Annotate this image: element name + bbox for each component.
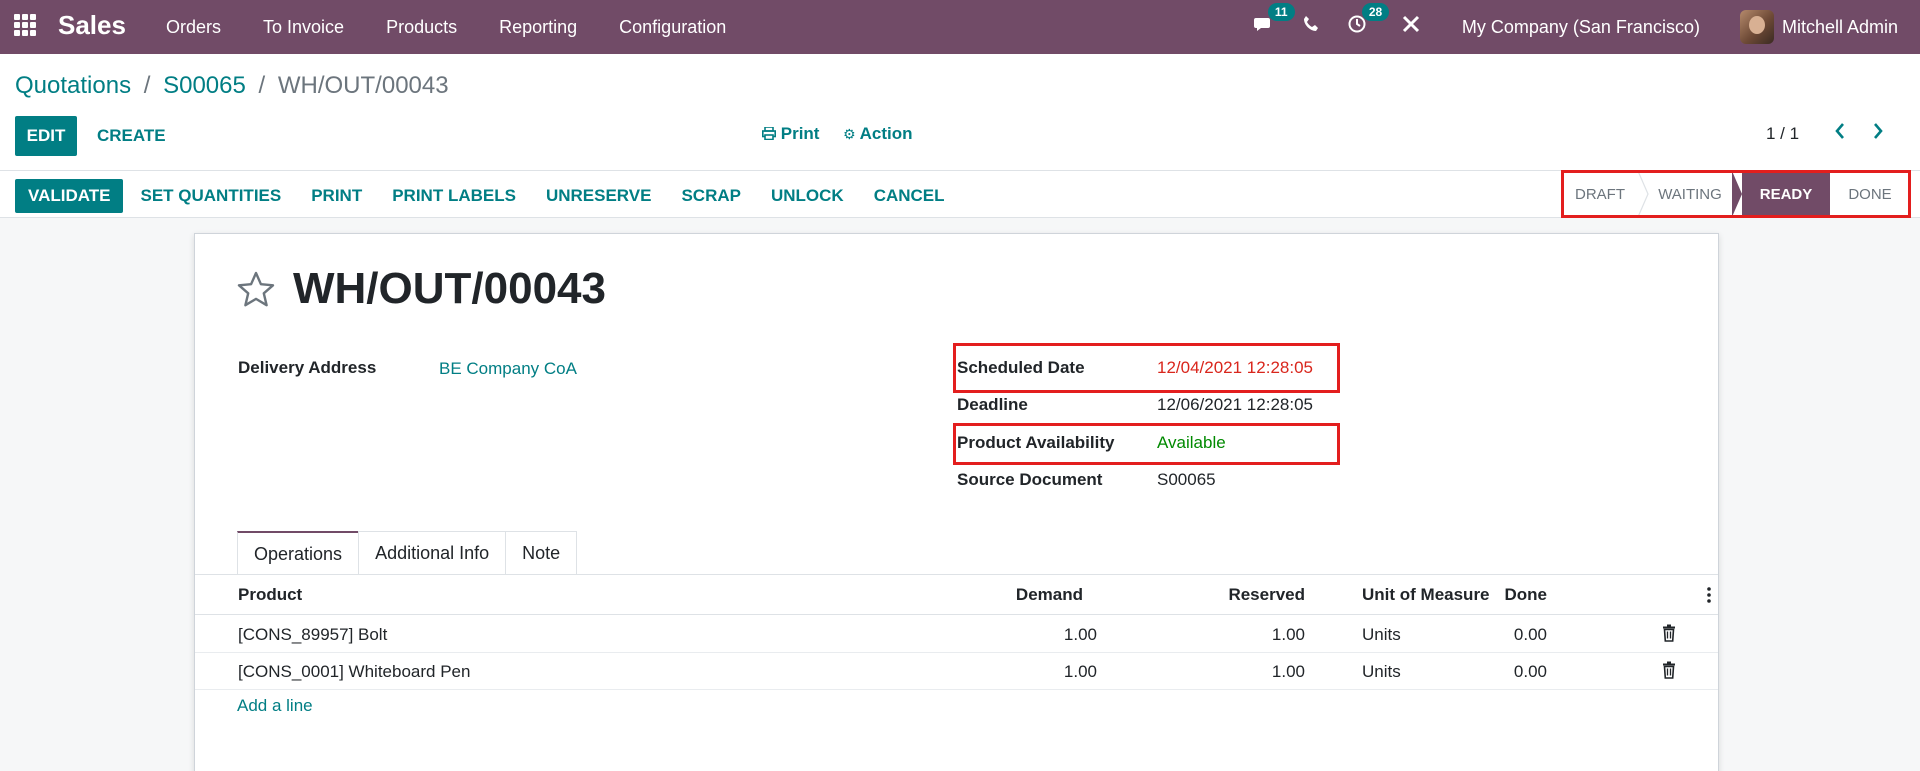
scheduled-date-label: Scheduled Date xyxy=(957,358,1085,377)
validate-button[interactable]: VALIDATE xyxy=(15,179,124,213)
breadcrumb: Quotations / S00065 / WH/OUT/00043 xyxy=(15,72,449,100)
phone-button[interactable] xyxy=(1302,15,1320,39)
tab-additional-info[interactable]: Additional Info xyxy=(358,531,507,575)
stage-draft[interactable]: DRAFT xyxy=(1562,171,1638,217)
row-product: [CONS_89957] Bolt xyxy=(238,625,388,644)
activities-badge: 28 xyxy=(1361,3,1390,21)
deadline-label: Deadline xyxy=(957,395,1028,414)
top-navbar: Sales Orders To Invoice Products Reporti… xyxy=(0,0,1920,54)
source-document-label: Source Document xyxy=(957,470,1103,489)
cancel-button[interactable]: CANCEL xyxy=(859,179,960,213)
availability-value: Available xyxy=(1157,433,1226,452)
set-quantities-button[interactable]: SET QUANTITIES xyxy=(125,179,296,213)
chevron-left-icon[interactable] xyxy=(1834,120,1846,146)
apps-menu-icon[interactable] xyxy=(14,14,36,36)
pager-value[interactable]: 1 / 1 xyxy=(1766,124,1799,144)
table-row[interactable]: [CONS_89957] Bolt 1.00 1.00 0.00 Units xyxy=(195,616,1718,653)
create-button[interactable]: CREATE xyxy=(97,116,166,156)
scrap-button[interactable]: SCRAP xyxy=(666,179,756,213)
company-switcher[interactable]: My Company (San Francisco) xyxy=(1462,17,1700,38)
row-product: [CONS_0001] Whiteboard Pen xyxy=(238,662,471,681)
main-menu: Orders To Invoice Products Reporting Con… xyxy=(145,0,747,54)
print-dropdown[interactable]: Print xyxy=(762,124,819,144)
row-reserved: 1.00 xyxy=(1271,625,1305,644)
availability-label: Product Availability xyxy=(957,433,1115,452)
add-line-link[interactable]: Add a line xyxy=(237,696,313,716)
delivery-address-label: Delivery Address xyxy=(238,358,377,377)
breadcrumb-separator: / xyxy=(143,72,151,99)
unreserve-button[interactable]: UNRESERVE xyxy=(531,179,667,213)
messaging-button[interactable]: 11 xyxy=(1253,3,1295,39)
menu-configuration[interactable]: Configuration xyxy=(598,17,747,38)
trash-icon[interactable] xyxy=(1661,661,1677,679)
table-row[interactable]: [CONS_0001] Whiteboard Pen 1.00 1.00 0.0… xyxy=(195,653,1718,690)
row-uom: Units xyxy=(1362,662,1401,681)
notebook-tabs: Operations Additional Info Note xyxy=(237,531,578,575)
avatar xyxy=(1739,10,1774,44)
delivery-address-link[interactable]: BE Company CoA xyxy=(439,359,577,379)
record-title: WH/OUT/00043 xyxy=(293,264,606,313)
menu-reporting[interactable]: Reporting xyxy=(478,17,598,38)
star-icon[interactable] xyxy=(236,270,276,310)
gear-icon: ⚙ xyxy=(843,126,856,142)
form-sheet: WH/OUT/00043 Delivery Address BE Company… xyxy=(194,233,1719,771)
deadline-value[interactable]: 12/06/2021 12:28:05 xyxy=(1157,395,1313,415)
row-demand: 1.00 xyxy=(1063,662,1097,681)
row-demand: 1.00 xyxy=(1063,625,1097,644)
debug-tools-button[interactable] xyxy=(1402,15,1420,39)
row-reserved: 1.00 xyxy=(1271,662,1305,681)
stage-ready[interactable]: READY xyxy=(1742,171,1830,217)
breadcrumb-separator: / xyxy=(258,72,266,99)
source-document-value[interactable]: S00065 xyxy=(1157,470,1216,490)
scheduled-date-value[interactable]: 12/04/2021 12:28:05 xyxy=(1157,358,1313,378)
navbar-systray: 11 28 My Company (San Francisco) Mitchel… xyxy=(1240,0,1920,54)
print-labels-button[interactable]: PRINT LABELS xyxy=(377,179,531,213)
user-name: Mitchell Admin xyxy=(1781,16,1898,37)
stage-pipeline: DRAFT WAITING READY DONE xyxy=(1562,171,1910,217)
tab-operations[interactable]: Operations xyxy=(237,531,360,575)
kebab-menu-icon[interactable] xyxy=(1707,587,1711,603)
breadcrumb-sale-order[interactable]: S00065 xyxy=(163,72,246,99)
app-brand[interactable]: Sales xyxy=(58,10,126,41)
breadcrumb-quotations[interactable]: Quotations xyxy=(15,72,131,99)
statusbar-buttons: VALIDATE SET QUANTITIES PRINT PRINT LABE… xyxy=(15,179,960,213)
stage-done[interactable]: DONE xyxy=(1830,171,1910,217)
action-dropdown[interactable]: ⚙ Action xyxy=(843,124,913,144)
user-menu[interactable]: Mitchell Admin xyxy=(1739,10,1898,44)
breadcrumb-current: WH/OUT/00043 xyxy=(277,72,449,99)
tools-icon xyxy=(1402,15,1419,33)
operations-table-header: Product Demand Reserved Done Unit of Mea… xyxy=(195,575,1718,615)
print-button[interactable]: PRINT xyxy=(296,179,377,213)
row-uom: Units xyxy=(1362,625,1401,644)
col-reserved[interactable]: Reserved xyxy=(1095,585,1305,605)
menu-orders[interactable]: Orders xyxy=(145,17,242,38)
trash-icon[interactable] xyxy=(1661,624,1677,642)
stage-waiting[interactable]: WAITING xyxy=(1638,171,1742,217)
edit-button[interactable]: EDIT xyxy=(15,116,77,156)
activities-button[interactable]: 28 xyxy=(1348,3,1390,39)
menu-to-invoice[interactable]: To Invoice xyxy=(242,17,365,38)
col-demand[interactable]: Demand xyxy=(895,585,1083,605)
printer-icon xyxy=(762,126,776,141)
chevron-right-icon[interactable] xyxy=(1872,120,1884,146)
messages-badge: 11 xyxy=(1267,3,1295,21)
print-label: Print xyxy=(780,124,820,143)
unlock-button[interactable]: UNLOCK xyxy=(756,179,859,213)
col-unit-of-measure[interactable]: Unit of Measure xyxy=(1362,585,1490,605)
col-product[interactable]: Product xyxy=(238,585,302,605)
phone-icon xyxy=(1303,16,1318,31)
action-label: Action xyxy=(859,124,913,143)
menu-products[interactable]: Products xyxy=(365,17,478,38)
tab-note[interactable]: Note xyxy=(505,531,578,575)
